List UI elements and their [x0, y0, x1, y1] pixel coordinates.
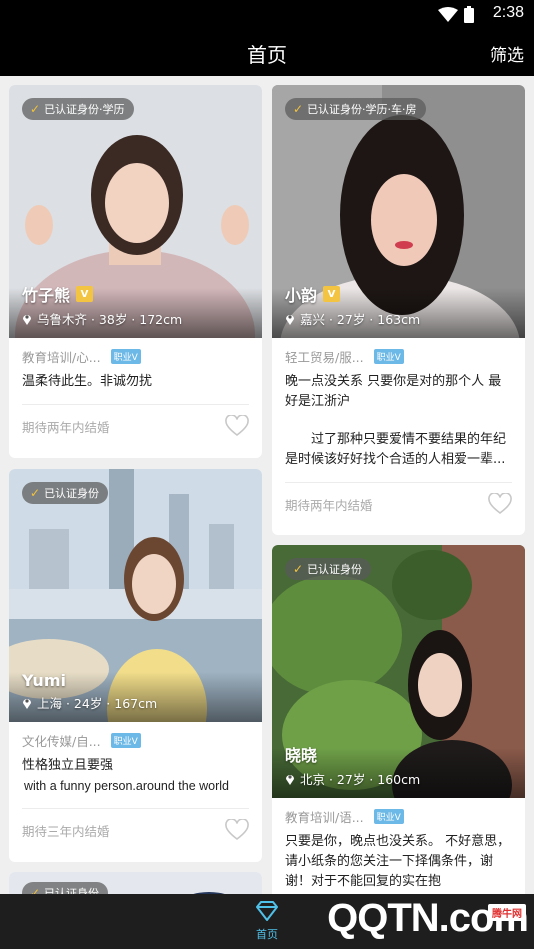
- job-verified-tag: 职业V: [110, 732, 141, 748]
- profile-name: 竹子熊: [22, 286, 71, 305]
- tab-home-label: 首页: [256, 928, 278, 941]
- diamond-icon: [256, 901, 278, 921]
- profile-photo[interactable]: ✓ 已认证身份·学历·车·房 小韵 V 嘉兴 · 27岁 · 163cm: [272, 85, 525, 338]
- profile-info: 文化传媒/自... 职业V 性格独立且要强 with a funny person…: [9, 722, 262, 851]
- profile-meta: 北京 · 27岁 · 160cm: [285, 769, 420, 788]
- profile-info: 教育培训/语... 职业V 只要是你，晚点也没关系。 不好意思，请小纸条的您关注一…: [272, 798, 525, 892]
- profile-card[interactable]: ✓ 已认证身份·学历 竹子熊 V 乌鲁木齐 · 38岁 · 172cm 教育培训/心…: [9, 85, 262, 458]
- page-title: 首页: [247, 43, 287, 67]
- check-icon: ✓: [30, 886, 41, 894]
- bio-text: 性格独立且要强: [22, 758, 114, 773]
- tab-home[interactable]: 首页: [248, 901, 286, 942]
- status-bar: 2:38: [0, 0, 534, 28]
- job-text: 教育培训/语...: [285, 809, 364, 825]
- battery-icon: [464, 6, 474, 23]
- meta-text: 北京 · 27岁 · 160cm: [300, 772, 421, 787]
- profile-name: Yumi: [22, 671, 66, 690]
- profile-info: 轻工贸易/服... 职业V 晚一点没关系 只要你是对的那个人 最好是江浙沪 过了那…: [272, 338, 525, 525]
- job-text: 文化传媒/自...: [22, 733, 101, 749]
- bio-text: 只要是你，晚点也没关系。 不好意思，请小纸条的您关注一下择偶条件，谢谢！对于不能…: [285, 834, 511, 889]
- location-pin-icon: [286, 775, 294, 785]
- profile-photo[interactable]: ✓ 已认证身份: [9, 872, 262, 894]
- bio-text: 晚一点没关系 只要你是对的那个人 最好是江浙沪: [285, 374, 502, 409]
- name-row: 竹子熊 V: [22, 282, 94, 306]
- marriage-expectation: 期待三年内结婚: [22, 823, 110, 839]
- filter-button[interactable]: 筛选: [490, 41, 524, 66]
- verify-badge: ✓ 已认证身份·学历: [22, 98, 134, 120]
- profile-name: 晓晓: [285, 746, 318, 765]
- like-heart-icon[interactable]: [225, 415, 249, 437]
- marriage-expectation: 期待两年内结婚: [22, 419, 110, 435]
- vip-icon: V: [323, 286, 341, 302]
- profile-meta: 上海 · 24岁 · 167cm: [22, 693, 157, 712]
- location-pin-icon: [23, 699, 31, 709]
- status-icons: [438, 6, 474, 23]
- profile-name: 小韵: [285, 286, 318, 305]
- check-icon: ✓: [293, 102, 304, 116]
- verify-text: 已认证身份: [44, 487, 100, 500]
- like-heart-icon[interactable]: [488, 493, 512, 515]
- profile-meta: 乌鲁木齐 · 38岁 · 172cm: [22, 309, 182, 328]
- check-icon: ✓: [293, 562, 304, 576]
- job-verified-tag: 职业V: [373, 348, 404, 364]
- job-text: 教育培训/心...: [22, 349, 101, 365]
- profile-meta: 嘉兴 · 27岁 · 163cm: [285, 309, 420, 328]
- app-bar: 首页 筛选: [0, 28, 534, 76]
- bottom-tab-bar: 首页 QQTN.com 腾牛网: [0, 894, 534, 949]
- verify-badge: ✓ 已认证身份: [22, 482, 109, 504]
- profile-info: 教育培训/心... 职业V 温柔待此生。非诚勿扰 期待两年内结婚: [9, 338, 262, 447]
- check-icon: ✓: [30, 102, 41, 116]
- wifi-icon: [438, 6, 458, 22]
- check-icon: ✓: [30, 486, 41, 500]
- bio-text-english: with a funny person.around the world: [24, 779, 229, 793]
- meta-text: 嘉兴 · 27岁 · 163cm: [300, 312, 421, 327]
- name-row: Yumi: [22, 671, 66, 690]
- verify-text: 已认证身份·学历·车·房: [307, 103, 417, 116]
- verify-text: 已认证身份·学历: [44, 103, 125, 116]
- profile-card[interactable]: ✓ 已认证身份: [9, 872, 262, 894]
- watermark-badge: 腾牛网: [488, 904, 526, 921]
- job-text: 轻工贸易/服...: [285, 349, 364, 365]
- bio-text-2: 过了那种只要爱情不要结果的年纪 是时候该好好找个合适的人相爱一辈...: [285, 432, 507, 467]
- profile-card[interactable]: ✓ 已认证身份 晓晓 北京 · 27岁 · 160cm 教育培训/语... 职业V …: [272, 545, 525, 894]
- like-heart-icon[interactable]: [225, 819, 249, 841]
- profile-photo[interactable]: ✓ 已认证身份 Yumi 上海 · 24岁 · 167cm: [9, 469, 262, 722]
- verify-badge: ✓ 已认证身份·学历·车·房: [285, 98, 426, 120]
- job-verified-tag: 职业V: [110, 348, 141, 364]
- profile-photo[interactable]: ✓ 已认证身份 晓晓 北京 · 27岁 · 160cm: [272, 545, 525, 798]
- name-row: 晓晓: [285, 742, 317, 766]
- location-pin-icon: [286, 315, 294, 325]
- job-verified-tag: 职业V: [373, 808, 404, 824]
- profile-card[interactable]: ✓ 已认证身份·学历·车·房 小韵 V 嘉兴 · 27岁 · 163cm 轻工贸易/…: [272, 85, 525, 535]
- verify-text: 已认证身份: [44, 887, 100, 894]
- verify-text: 已认证身份: [307, 563, 363, 576]
- bio-text: 温柔待此生。非诚勿扰: [22, 374, 153, 389]
- profile-card[interactable]: ✓ 已认证身份 Yumi 上海 · 24岁 · 167cm 文化传媒/自... 职业…: [9, 469, 262, 862]
- meta-text: 上海 · 24岁 · 167cm: [37, 696, 158, 711]
- status-time: 2:38: [492, 4, 524, 21]
- meta-text: 乌鲁木齐 · 38岁 · 172cm: [37, 312, 183, 327]
- verify-badge: ✓ 已认证身份: [285, 558, 372, 580]
- profile-photo[interactable]: ✓ 已认证身份·学历 竹子熊 V 乌鲁木齐 · 38岁 · 172cm: [9, 85, 262, 338]
- name-row: 小韵 V: [285, 282, 341, 306]
- marriage-expectation: 期待两年内结婚: [285, 497, 373, 513]
- profile-feed[interactable]: ✓ 已认证身份·学历 竹子熊 V 乌鲁木齐 · 38岁 · 172cm 教育培训/心…: [0, 76, 534, 894]
- location-pin-icon: [23, 315, 31, 325]
- verify-badge: ✓ 已认证身份: [22, 882, 109, 894]
- vip-icon: V: [76, 286, 94, 302]
